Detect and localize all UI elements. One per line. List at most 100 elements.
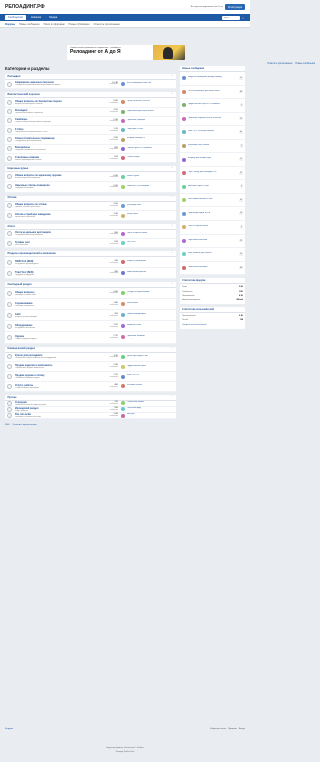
collapse-icon[interactable]: ⌃ — [171, 166, 173, 170]
new-post-item[interactable]: Сошки Harris или Atlas Вчера в 13:46 40 — [180, 262, 245, 276]
avatar[interactable] — [121, 81, 125, 86]
footer-top-link[interactable]: Вверх — [239, 728, 245, 731]
avatar[interactable] — [121, 384, 125, 389]
new-post-item[interactable]: Дальномер Leica Geovid Сегодня в 09:20 9 — [180, 140, 245, 154]
avatar[interactable] — [121, 203, 125, 208]
new-post-item[interactable]: Весы Sartorius для навесок Вчера в 15:03 2… — [180, 248, 245, 262]
section-title[interactable]: Коммерческий раздел — [8, 347, 36, 350]
avatar[interactable] — [182, 238, 186, 243]
collapse-icon[interactable]: ⌃ — [171, 224, 173, 228]
avatar[interactable] — [121, 335, 125, 340]
avatar[interactable] — [121, 174, 125, 179]
avatar[interactable] — [182, 225, 186, 230]
collapse-icon[interactable]: ⌃ — [171, 74, 173, 78]
collapse-icon[interactable]: ⌃ — [171, 395, 173, 399]
avatar[interactable] — [121, 260, 125, 265]
avatar[interactable] — [121, 146, 125, 151]
avatar[interactable] — [182, 144, 186, 148]
avatar[interactable] — [121, 241, 125, 246]
avatar[interactable] — [182, 252, 186, 257]
section-title[interactable]: Релоадинг — [8, 75, 21, 78]
avatar[interactable] — [182, 76, 186, 81]
avatar[interactable] — [121, 302, 125, 307]
section-title[interactable]: Оптика — [8, 196, 17, 199]
avatar[interactable] — [121, 118, 125, 123]
new-post-item[interactable]: Вопрос по калибровке матриц Redding Сегод… — [180, 72, 245, 86]
ad-banner[interactable]: Самый полный справочник по снаряжению — … — [67, 45, 185, 60]
avatar[interactable] — [121, 374, 125, 379]
collapse-icon[interactable]: ⌃ — [171, 347, 173, 351]
nav-tab-whats-new[interactable]: Новинки — [28, 15, 44, 20]
avatar[interactable] — [121, 231, 125, 236]
section-title[interactable]: Охота — [8, 225, 15, 228]
subnav-new-posts[interactable]: Новые сообщения — [19, 23, 40, 26]
new-post-item[interactable]: Итоги соревнований F-Class Вчера в 19:35 3… — [180, 194, 245, 208]
collapse-icon[interactable]: ⌃ — [171, 196, 173, 200]
footer-rules-link[interactable]: Правила — [228, 728, 237, 731]
avatar[interactable] — [182, 211, 186, 216]
forum-info: Куплю для релоадинга Объявления о покупке… — [12, 354, 102, 359]
search-icon[interactable]: ⌕ — [241, 16, 245, 20]
new-post-item[interactable]: Матрица для обжима пули Вчера в 23:47 15 — [180, 153, 245, 167]
avatar[interactable] — [182, 198, 186, 203]
new-post-item[interactable]: Охота на горного козла Вчера в 17:40 4 — [180, 221, 245, 235]
mark-read-bottom-link[interactable]: Отметить прочитанным — [13, 424, 37, 427]
new-post-item[interactable]: Кто что использует для отжига гильз Сегод… — [180, 86, 245, 100]
avatar[interactable] — [121, 156, 125, 161]
search-input[interactable] — [222, 15, 240, 20]
mark-read-link[interactable]: Отметить прочитанным — [267, 63, 292, 66]
avatar[interactable] — [182, 89, 186, 94]
new-post-item[interactable]: Кронштейн Spuhr 34 мм Вчера в 21:02 6 — [180, 180, 245, 194]
new-post-item[interactable]: Сравнение порохов Sunar и Vihtavuori Сего… — [180, 113, 245, 127]
avatar[interactable] — [121, 271, 125, 276]
section-title[interactable]: Разделы производителей и магазинов — [8, 252, 56, 255]
avatar[interactable] — [121, 128, 125, 133]
avatar[interactable] — [121, 137, 125, 142]
new-post-item[interactable]: Опрессовка капсюлей Вчера в 16:28 11 — [180, 235, 245, 249]
rss-link[interactable]: RSS — [5, 424, 10, 427]
collapse-icon[interactable]: ⌃ — [171, 282, 173, 286]
nav-tab-community[interactable]: Сообщество — [5, 14, 27, 21]
section-title[interactable]: Нарезные ружья — [8, 167, 29, 170]
section-title[interactable]: Баллистический порошок — [8, 93, 40, 96]
subnav-forums[interactable]: Форумы — [5, 23, 15, 26]
new-post-item[interactable]: Tikka T3x CTR выбор калибра Сегодня в 10:… — [180, 126, 245, 140]
avatar[interactable] — [121, 313, 125, 318]
avatar[interactable] — [182, 130, 186, 135]
section-title[interactable]: Прочее — [8, 396, 17, 399]
avatar[interactable] — [121, 407, 125, 412]
avatar[interactable] — [182, 103, 186, 108]
nav-tab-media[interactable]: Медиа — [46, 15, 60, 20]
footer-contact-link[interactable]: Обратная связь — [210, 728, 226, 731]
section-title[interactable]: Свободный раздел — [8, 283, 32, 286]
avatar[interactable] — [182, 157, 186, 162]
avatar[interactable] — [121, 100, 125, 105]
forum-stats: 210 сообщения — [102, 401, 120, 406]
new-post-item[interactable]: Пули Berger Hybrid 105 гр Вчера в 18:12 18 — [180, 207, 245, 222]
register-button[interactable]: Регистрация — [225, 4, 245, 10]
avatar[interactable] — [121, 213, 125, 218]
subnav-search-forums[interactable]: Поиск по форумам — [44, 23, 65, 26]
collapse-icon[interactable]: ⌃ — [171, 251, 173, 255]
new-post-item[interactable]: Спуск Timney для Remington 700 Вчера в 22… — [180, 167, 245, 181]
new-posts-link[interactable]: Новые сообщения — [295, 63, 315, 66]
new-post-item[interactable]: Продам гильзы Lapua 6.5 Creedmoor Сегодня… — [180, 99, 245, 113]
avatar[interactable] — [121, 354, 125, 359]
avatar[interactable] — [182, 184, 186, 189]
avatar[interactable] — [121, 324, 125, 329]
breadcrumb-bottom[interactable]: Форумы — [5, 728, 13, 731]
avatar[interactable] — [121, 109, 125, 114]
subnav-new-publications[interactable]: Новые публикации — [69, 23, 90, 26]
avatar[interactable] — [182, 116, 186, 121]
avatar[interactable] — [182, 265, 186, 270]
avatar[interactable] — [121, 184, 125, 189]
avatar[interactable] — [182, 171, 186, 176]
avatar[interactable] — [121, 364, 125, 369]
avatar[interactable] — [121, 291, 125, 296]
avatar[interactable] — [121, 413, 125, 418]
avatar[interactable] — [121, 401, 125, 406]
subnav-mark-read[interactable]: Отметить прочитанным — [94, 23, 120, 26]
collapse-icon[interactable]: ⌃ — [171, 92, 173, 96]
site-logo[interactable]: РЕЛОАДИНГ.РФ — [5, 4, 45, 10]
view-all-visitors-link[interactable]: Смотреть всех посетителей — [180, 323, 245, 328]
